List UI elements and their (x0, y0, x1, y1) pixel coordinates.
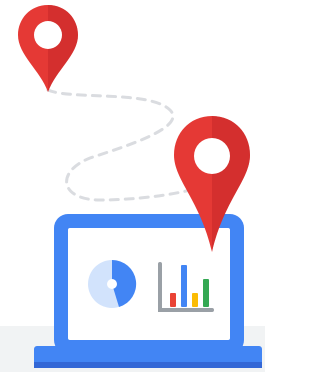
illustration (18, 5, 262, 368)
map-pin-icon (18, 5, 78, 92)
laptop-icon (34, 214, 262, 368)
bar (203, 279, 209, 307)
pie-chart-icon (88, 259, 137, 308)
bar (192, 293, 198, 307)
bar (181, 265, 187, 307)
bar (170, 293, 176, 307)
